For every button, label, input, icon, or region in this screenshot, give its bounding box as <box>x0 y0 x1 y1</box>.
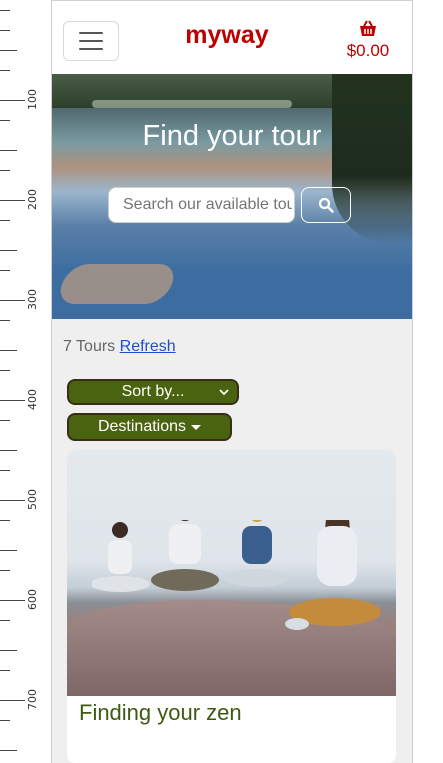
ruler-label: 600 <box>26 589 39 610</box>
ruler-tick <box>0 30 10 31</box>
caret-down-icon <box>191 424 202 430</box>
ruler-tick <box>0 750 17 751</box>
mobile-page: myway $0.00 Find your tour 7 Tours Refre… <box>51 0 413 763</box>
ruler-label: 200 <box>26 189 39 210</box>
ruler-label: 700 <box>26 689 39 710</box>
destinations-dropdown-button[interactable]: Destinations <box>67 413 232 441</box>
tour-image-people <box>92 520 381 630</box>
ruler-tick <box>0 250 17 251</box>
ruler-tick <box>0 150 17 151</box>
ruler-tick <box>0 320 10 321</box>
hero-banner: Find your tour <box>52 74 412 319</box>
vertical-ruler: 100 200 300 400 500 600 700 <box>0 0 52 763</box>
ruler-tick <box>0 520 10 521</box>
ruler-tick <box>0 700 25 701</box>
ruler-tick <box>0 720 10 721</box>
ruler-tick <box>0 620 10 621</box>
search-icon <box>318 197 334 213</box>
ruler-tick <box>0 420 10 421</box>
ruler-tick <box>0 450 17 451</box>
ruler-label: 500 <box>26 489 39 510</box>
brand-logo[interactable]: myway <box>172 21 282 50</box>
ruler-tick <box>0 670 10 671</box>
ruler-tick <box>0 50 17 51</box>
destinations-label: Destinations <box>97 418 187 435</box>
chevron-down-icon <box>219 389 229 396</box>
ruler-tick <box>0 200 25 201</box>
sort-select[interactable]: Sort by... <box>67 379 239 405</box>
basket-total: $0.00 <box>346 41 390 60</box>
tour-card[interactable]: Finding your zen <box>67 450 396 763</box>
hero-shore <box>92 100 292 108</box>
ruler-label: 300 <box>26 289 39 310</box>
ruler-label: 100 <box>26 89 39 110</box>
tours-count: 7 Tours Refresh <box>63 338 176 356</box>
ruler-tick <box>0 270 10 271</box>
ruler-tick <box>0 370 10 371</box>
ruler-tick <box>0 300 25 301</box>
ruler-tick <box>0 350 17 351</box>
refresh-link[interactable]: Refresh <box>120 338 176 355</box>
tour-image <box>67 450 396 696</box>
ruler-tick <box>0 100 25 101</box>
tour-title[interactable]: Finding your zen <box>79 700 242 726</box>
ruler-tick <box>0 120 10 121</box>
search-button[interactable] <box>301 187 351 223</box>
ruler-tick <box>0 400 25 401</box>
ruler-tick <box>0 570 10 571</box>
ruler-tick <box>0 650 17 651</box>
hamburger-icon <box>79 48 103 50</box>
hamburger-icon <box>79 32 103 34</box>
ruler-label: 400 <box>26 389 39 410</box>
sort-select-value: Sort by... <box>121 383 185 400</box>
ruler-tick <box>0 470 10 471</box>
ruler-tick <box>0 220 10 221</box>
basket-link[interactable]: $0.00 <box>338 20 398 61</box>
ruler-tick <box>0 70 10 71</box>
navbar: myway $0.00 <box>52 0 412 75</box>
ruler-tick <box>0 500 25 501</box>
hamburger-icon <box>79 40 103 42</box>
basket-icon <box>360 20 376 36</box>
search-input[interactable] <box>108 187 295 223</box>
hero-cloud-reflection <box>54 264 180 304</box>
menu-toggle-button[interactable] <box>63 21 119 61</box>
ruler-tick <box>0 170 10 171</box>
ruler-tick <box>0 550 17 551</box>
hero-title: Find your tour <box>142 120 322 152</box>
ruler-tick <box>0 600 25 601</box>
tours-count-text: 7 Tours <box>63 338 116 355</box>
ruler-tick <box>0 10 10 11</box>
